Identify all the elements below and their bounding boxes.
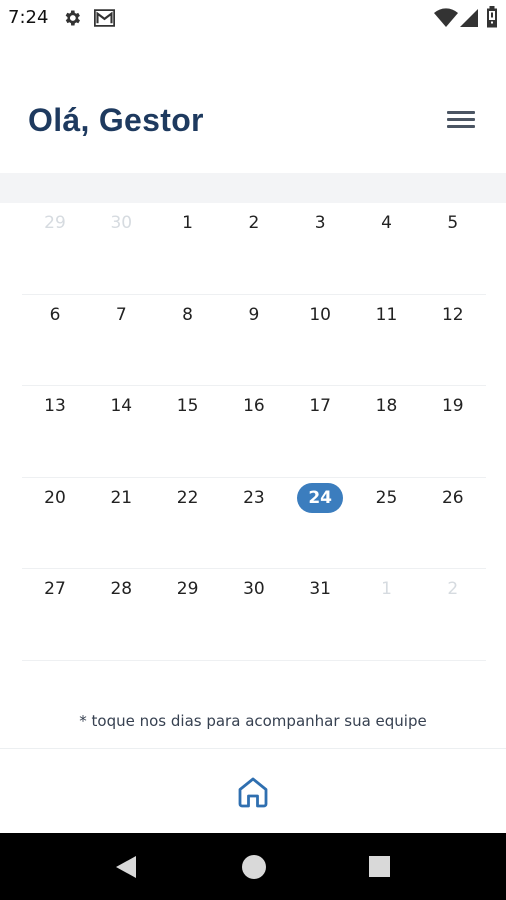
calendar-day-label: 1 [381,579,392,599]
hamburger-menu-icon[interactable] [444,106,478,134]
calendar-week: 27 28 29 30 31 1 2 [22,569,486,661]
calendar-day[interactable]: 23 [221,478,287,518]
menu-line [447,125,475,128]
calendar-day[interactable]: 9 [221,295,287,335]
calendar-day[interactable]: 27 [22,569,88,609]
home-icon[interactable] [236,775,270,809]
calendar-day[interactable]: 16 [221,386,287,426]
calendar-day-label: 21 [110,487,133,508]
calendar-day[interactable]: 19 [420,386,486,426]
calendar-day-label: 31 [309,579,331,599]
calendar-day-label: 30 [110,213,133,233]
calendar-day-label: 25 [375,487,398,508]
calendar-day-label: 27 [44,579,66,599]
calendar-day-label: 26 [441,487,464,508]
calendar-day[interactable]: 1 [354,569,420,609]
calendar-day-label: 13 [44,396,66,416]
calendar-day-label: 17 [309,396,331,416]
calendar-week: 29 30 1 2 3 4 5 [22,203,486,295]
calendar-day[interactable]: 7 [88,295,154,335]
mail-icon [94,9,115,27]
menu-line [447,118,475,121]
calendar-day[interactable]: 4 [354,203,420,243]
calendar-day-label: 29 [44,213,66,233]
calendar-day-label: 5 [447,213,459,233]
calendar-day[interactable]: 29 [22,203,88,243]
calendar-day[interactable]: 14 [88,386,154,426]
calendar-day[interactable]: 20 [22,478,88,518]
calendar-day[interactable]: 12 [420,295,486,335]
calendar-day-label: 6 [49,304,61,325]
calendar-day-label: 16 [243,396,265,416]
calendar-day-label: 15 [176,396,199,416]
calendar-day[interactable]: 21 [88,478,154,518]
calendar-day-label: 3 [314,213,326,233]
calendar-day-label: 9 [248,304,260,325]
menu-line [447,111,475,114]
app-header: Olá, Gestor [0,36,506,173]
calendar-day-label: 24 [297,482,344,513]
calendar-day-label: 19 [441,396,464,416]
calendar-day[interactable]: 30 [88,203,154,243]
calendar-day-label: 8 [182,304,193,325]
calendar-day[interactable]: 28 [88,569,154,609]
calendar-day[interactable]: 22 [155,478,221,518]
section-divider [0,173,506,203]
calendar-day[interactable]: 29 [155,569,221,609]
calendar-day-label: 2 [447,579,459,599]
calendar-day[interactable]: 17 [287,386,353,426]
calendar-day-label: 12 [441,304,464,325]
calendar-week: 6 7 8 9 10 11 12 [22,295,486,386]
calendar-day[interactable]: 18 [354,386,420,426]
calendar-day-label: 4 [381,213,392,233]
calendar-day[interactable]: 2 [221,203,287,243]
status-time: 7:24 [8,7,49,28]
calendar-day-label: 20 [44,487,66,508]
calendar-day[interactable]: 13 [22,386,88,426]
status-bar: 7:24 [0,0,506,36]
calendar-day[interactable]: 1 [155,203,221,243]
calendar-week: 20 21 22 23 24 25 26 [22,478,486,569]
page-title: Olá, Gestor [28,102,204,138]
calendar-day-label: 30 [243,579,265,599]
calendar-day[interactable]: 10 [287,295,353,335]
settings-icon [65,10,80,26]
calendar-day-label: 7 [115,304,127,325]
calendar-day[interactable]: 5 [420,203,486,243]
calendar-grid: 29 30 1 2 3 4 5 6 7 8 9 10 11 12 13 14 15 16 17 18 19 20 21 22 2… [22,203,486,661]
calendar-day-label: 14 [110,396,133,416]
wifi-icon [434,8,458,27]
calendar-day[interactable]: 2 [420,569,486,609]
calendar-day[interactable]: 8 [155,295,221,335]
calendar-week: 13 14 15 16 17 18 19 [22,386,486,478]
calendar-day-label: 2 [248,213,260,233]
calendar-day-selected[interactable]: 24 [287,478,353,518]
calendar-day[interactable]: 25 [354,478,420,518]
calendar-day-label: 23 [243,487,265,508]
calendar-day-label: 22 [176,487,199,508]
calendar-day-label: 18 [375,396,398,416]
calendar-day-label: 29 [176,579,199,599]
calendar-day[interactable]: 30 [221,569,287,609]
battery-icon [487,6,497,28]
home-circle-icon[interactable] [242,855,266,879]
calendar-day[interactable]: 3 [287,203,353,243]
calendar-day[interactable]: 26 [420,478,486,518]
recents-icon[interactable] [369,856,390,877]
calendar-day-label: 10 [309,304,331,325]
calendar-day[interactable]: 6 [22,295,88,335]
calendar-day[interactable]: 11 [354,295,420,335]
calendar-day-label: 11 [375,304,398,325]
calendar-day[interactable]: 15 [155,386,221,426]
signal-icon [460,9,478,27]
calendar-hint: * toque nos dias para acompanhar sua equ… [79,712,427,730]
system-nav-bar [0,833,506,900]
back-icon[interactable] [114,855,138,879]
calendar-day-label: 28 [110,579,133,599]
calendar-day-label: 1 [182,213,193,233]
calendar-day[interactable]: 31 [287,569,353,609]
bottom-tab-bar [0,748,506,833]
